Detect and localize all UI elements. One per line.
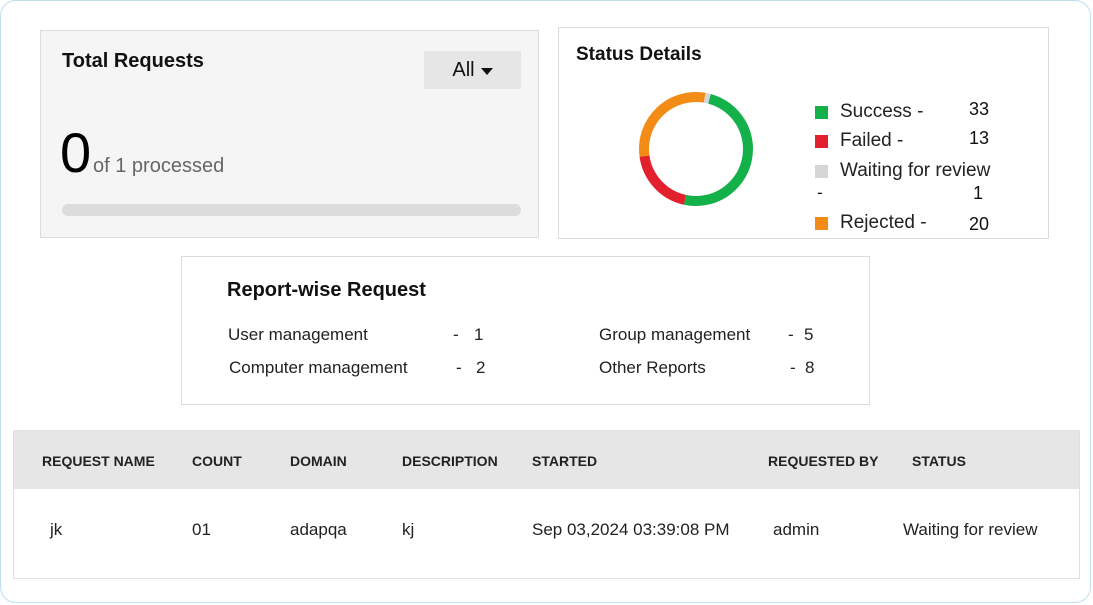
filter-dropdown[interactable]: All bbox=[424, 51, 521, 89]
legend-rejected-swatch bbox=[815, 216, 828, 230]
legend-success-value: 33 bbox=[969, 99, 990, 119]
col-header-requested-by[interactable]: REQUESTED BY bbox=[768, 453, 878, 469]
cell-status: Waiting for review bbox=[903, 520, 1038, 539]
legend-rejected: Rejected - bbox=[815, 212, 927, 234]
status-details-card: Status Details Success - 33 Failed - 13 … bbox=[558, 27, 1049, 239]
report-wise-title: Report-wise Request bbox=[227, 279, 426, 301]
legend-success-label: Success - bbox=[840, 101, 924, 122]
report-user-management-sep: - bbox=[453, 325, 459, 344]
donut-slice-waitingforreview[interactable] bbox=[703, 92, 711, 104]
donut-slice-failed[interactable] bbox=[639, 155, 687, 205]
cell-description: kj bbox=[402, 520, 415, 539]
report-other-reports-label: Other Reports bbox=[599, 358, 706, 377]
col-header-count[interactable]: COUNT bbox=[192, 453, 242, 469]
report-wise-card: Report-wise Request User management - 1 … bbox=[181, 256, 870, 405]
legend-rejected-label: Rejected - bbox=[840, 212, 927, 233]
legend-failed-swatch bbox=[815, 134, 828, 148]
report-computer-management-value: 2 bbox=[476, 358, 486, 377]
legend-waiting-label: Waiting for review bbox=[840, 160, 991, 181]
total-requests-card: Total Requests All 0 of 1 processed bbox=[40, 30, 539, 238]
legend-success-swatch bbox=[815, 105, 828, 119]
cell-requested-by: admin bbox=[773, 520, 820, 539]
legend-failed: Failed - bbox=[815, 130, 903, 152]
report-group-management-sep: - bbox=[788, 325, 794, 344]
col-header-request-name[interactable]: REQUEST NAME bbox=[42, 453, 155, 469]
legend-waiting-dash: - bbox=[817, 183, 823, 202]
legend-success: Success - bbox=[815, 101, 923, 123]
processed-count: 0 bbox=[60, 121, 92, 184]
report-group-management-label: Group management bbox=[599, 325, 751, 344]
report-computer-management-label: Computer management bbox=[229, 358, 408, 377]
status-donut-chart bbox=[639, 92, 753, 206]
status-details-title: Status Details bbox=[576, 44, 702, 65]
caret-down-icon bbox=[480, 67, 493, 75]
cell-started: Sep 03,2024 03:39:08 PM bbox=[532, 520, 730, 539]
col-header-status[interactable]: STATUS bbox=[912, 453, 966, 469]
legend-waiting-swatch bbox=[815, 164, 828, 178]
progress-bar bbox=[62, 204, 521, 216]
legend-rejected-value: 20 bbox=[969, 214, 990, 234]
col-header-description[interactable]: DESCRIPTION bbox=[402, 453, 498, 469]
report-group-management-value: 5 bbox=[804, 325, 814, 344]
col-header-started[interactable]: STARTED bbox=[532, 453, 597, 469]
col-header-domain[interactable]: DOMAIN bbox=[290, 453, 347, 469]
report-other-reports-value: 8 bbox=[805, 358, 815, 377]
report-other-reports-sep: - bbox=[790, 358, 796, 377]
legend-waiting-value: 1 bbox=[973, 183, 984, 203]
report-computer-management-sep: - bbox=[456, 358, 462, 377]
total-requests-title: Total Requests bbox=[62, 50, 204, 72]
requests-table: REQUEST NAME COUNT DOMAIN DESCRIPTION ST… bbox=[13, 430, 1080, 579]
donut-slice-success[interactable] bbox=[683, 93, 753, 206]
legend-failed-label: Failed - bbox=[840, 130, 904, 151]
legend-waiting: Waiting for review bbox=[815, 160, 990, 182]
table-header: REQUEST NAME COUNT DOMAIN DESCRIPTION ST… bbox=[14, 431, 1079, 489]
cell-domain: adapqa bbox=[290, 520, 347, 539]
legend-failed-value: 13 bbox=[969, 128, 990, 148]
processed-label: of 1 processed bbox=[93, 155, 225, 177]
cell-request-name[interactable]: jk bbox=[50, 520, 62, 540]
filter-value: All bbox=[452, 58, 475, 81]
cell-count: 01 bbox=[192, 520, 211, 539]
donut-slice-rejected[interactable] bbox=[639, 92, 706, 157]
report-user-management-value: 1 bbox=[474, 325, 484, 344]
report-user-management-label: User management bbox=[228, 325, 368, 344]
